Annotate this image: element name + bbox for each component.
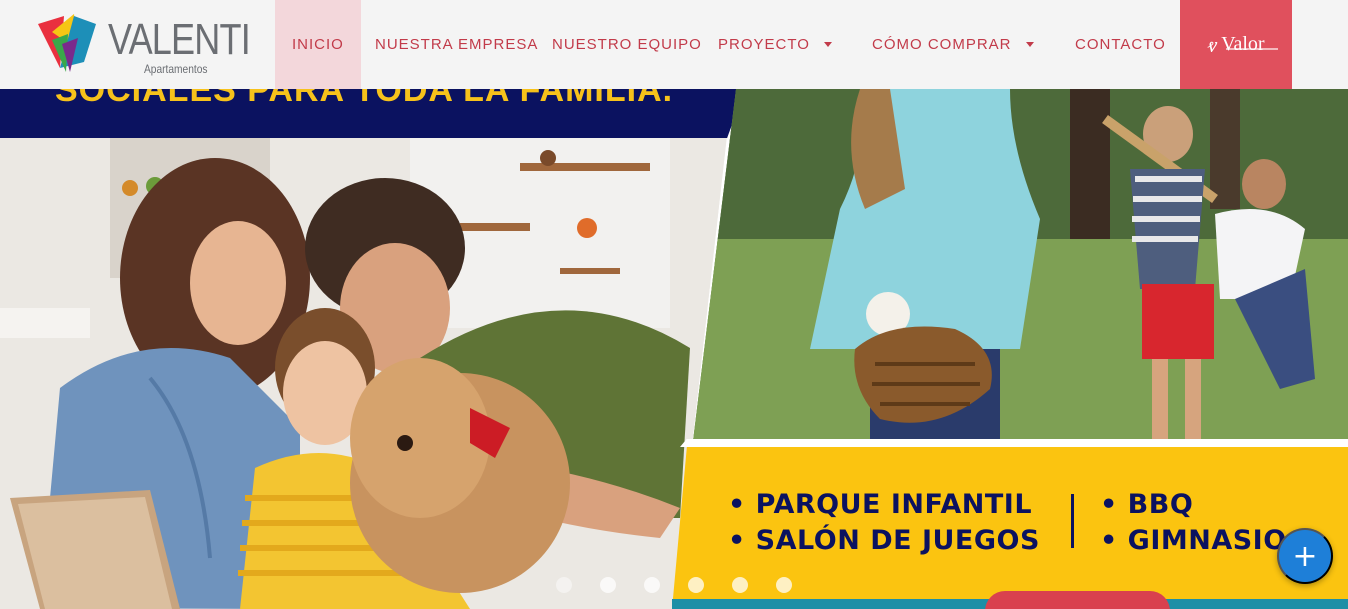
- slider-pagination: [556, 577, 792, 593]
- partner-tagline-line: [1226, 48, 1278, 50]
- nav-item-proyecto[interactable]: PROYECTO: [718, 0, 832, 89]
- family-photo: [0, 138, 727, 609]
- brand-name: VALENTI: [108, 15, 251, 64]
- nav-item-como-comprar[interactable]: CÓMO COMPRAR: [872, 0, 1034, 89]
- amenity-gimnasio: • GIMNASIO: [1100, 525, 1287, 556]
- plus-icon: +: [1292, 538, 1318, 574]
- amenity-salon-de-juegos: • SALÓN DE JUEGOS: [728, 525, 1040, 556]
- brand-subtitle: Apartamentos: [144, 62, 208, 76]
- slider-dot-4[interactable]: [688, 577, 704, 593]
- nav-item-label: CÓMO COMPRAR: [872, 36, 1012, 53]
- amenity-bbq: • BBQ: [1100, 489, 1194, 520]
- family-illustration: [0, 138, 727, 609]
- slider-dot-2[interactable]: [600, 577, 616, 593]
- nav-item-contacto[interactable]: CONTACTO: [1075, 0, 1166, 89]
- amenity-parque-infantil: • PARQUE INFANTIL: [728, 489, 1033, 520]
- floating-plus-button[interactable]: +: [1277, 528, 1333, 584]
- valor-monogram-icon: ⱴ: [1207, 32, 1218, 58]
- nav-item-label: NUESTRA EMPRESA: [375, 36, 539, 53]
- valenti-logo-icon: [38, 14, 96, 72]
- nav-item-inicio[interactable]: INICIO: [275, 0, 361, 89]
- nav-item-label: PROYECTO: [718, 36, 810, 53]
- hero-slider: SOCIALES PARA TODA LA FAMILIA. • PARQUE …: [0, 89, 1348, 609]
- nav-item-label: INICIO: [292, 36, 344, 53]
- nav-item-label: NUESTRO EQUIPO: [552, 36, 702, 53]
- partner-label: Valor: [1221, 33, 1265, 55]
- hero-cta-button[interactable]: [985, 591, 1170, 609]
- panel-divider: [680, 439, 1348, 447]
- partner-valor-button[interactable]: ⱴ Valor: [1180, 0, 1292, 89]
- hero-headline: SOCIALES PARA TODA LA FAMILIA.: [55, 89, 674, 109]
- park-photo: [693, 89, 1348, 439]
- brand-logo[interactable]: VALENTI Apartamentos: [34, 10, 251, 78]
- amenities-divider: [1071, 494, 1074, 548]
- slider-dot-1[interactable]: [556, 577, 572, 593]
- site-header: VALENTI Apartamentos INICIO NUESTRA EMPR…: [0, 0, 1348, 89]
- nav-item-label: CONTACTO: [1075, 36, 1166, 53]
- slider-dot-5[interactable]: [732, 577, 748, 593]
- slider-dot-6[interactable]: [776, 577, 792, 593]
- nav-item-nuestra-empresa[interactable]: NUESTRA EMPRESA: [375, 0, 538, 89]
- slider-dot-3[interactable]: [644, 577, 660, 593]
- park-illustration: [693, 89, 1348, 439]
- headline-strip: SOCIALES PARA TODA LA FAMILIA.: [0, 89, 745, 138]
- nav-item-nuestro-equipo[interactable]: NUESTRO EQUIPO: [552, 0, 702, 89]
- chevron-down-icon: [823, 42, 832, 47]
- chevron-down-icon: [1025, 42, 1034, 47]
